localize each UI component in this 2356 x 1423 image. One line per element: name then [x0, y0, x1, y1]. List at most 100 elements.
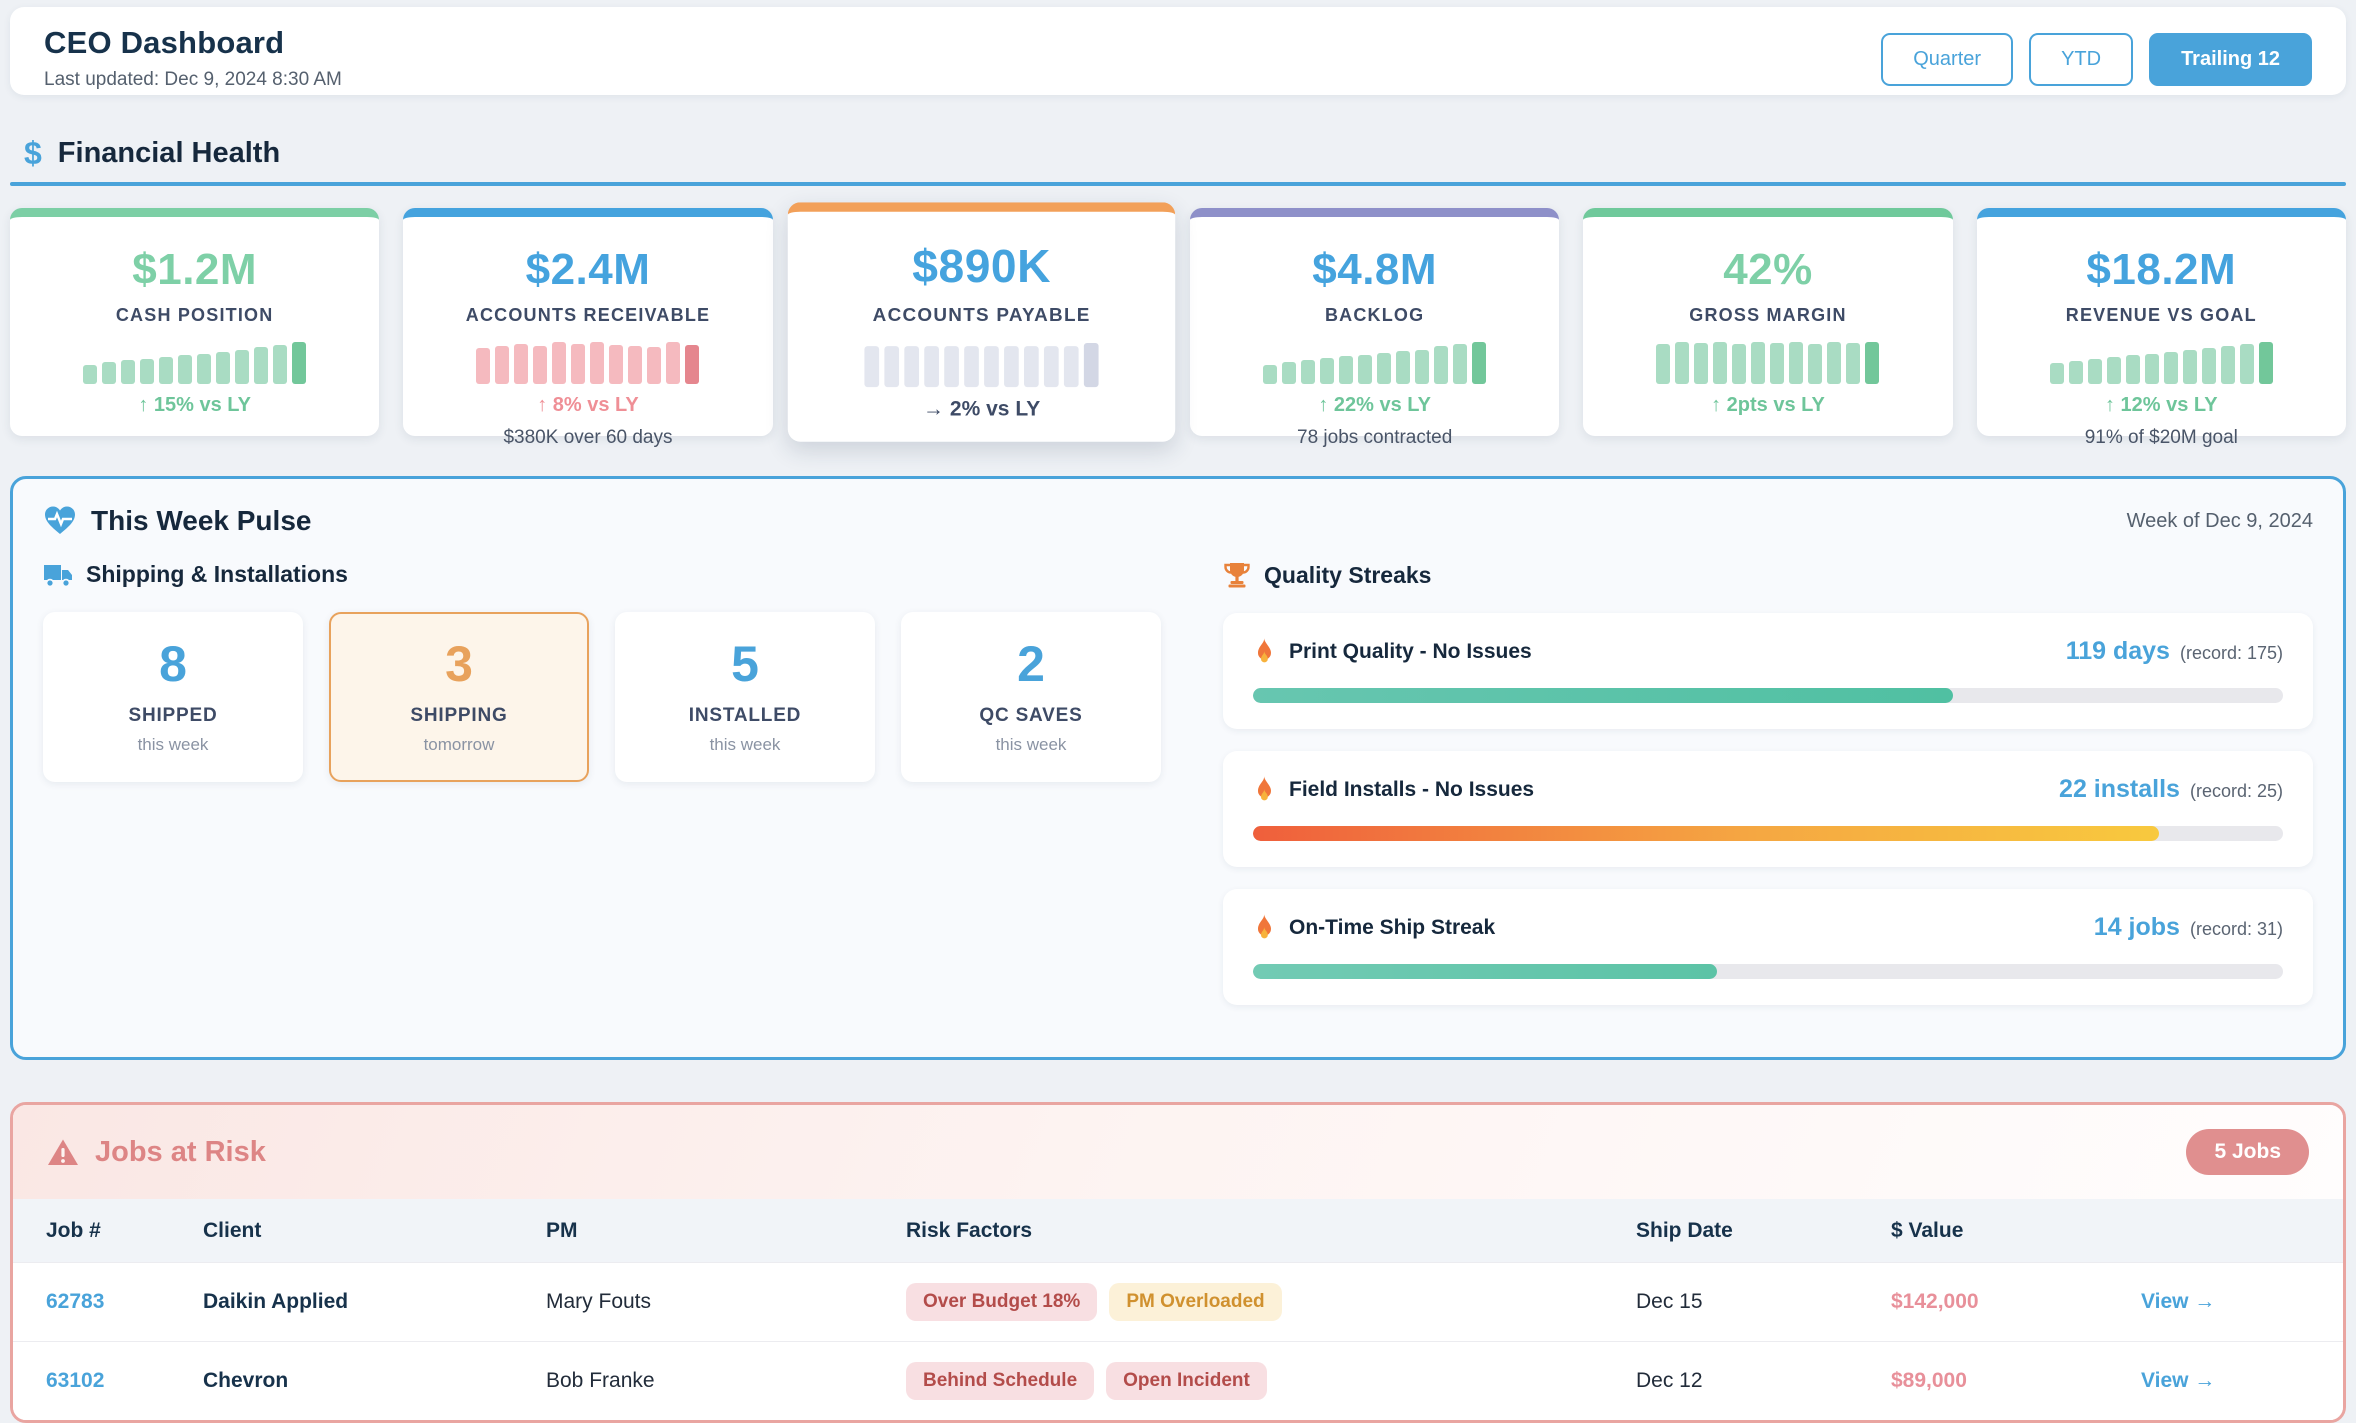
ship-stat-installed: 5INSTALLEDthis week [615, 612, 875, 782]
sparkline-bar [83, 365, 97, 384]
sparkline-bar [254, 347, 268, 384]
sparkline-bar [864, 346, 879, 387]
sparkline-bar [685, 345, 699, 384]
sparkline-bar [1434, 346, 1448, 384]
sparkline-bar [1339, 356, 1353, 384]
risk-chip-danger: Behind Schedule [906, 1362, 1094, 1400]
sparkline-bar [495, 346, 509, 384]
risk-chip-warning: PM Overloaded [1109, 1283, 1281, 1321]
sparkline-bar [1084, 343, 1099, 387]
sparkline-bar [1453, 344, 1467, 384]
view-cell: View → [2141, 1263, 2343, 1342]
column-header-pm: PM [546, 1199, 906, 1263]
streak-metrics: 14 jobs(record: 31) [2094, 913, 2283, 942]
dollar-icon: $ [24, 135, 42, 172]
ship-stat-sublabel: this week [996, 735, 1067, 755]
streak-value: 119 days [2066, 637, 2170, 666]
sparkline-bar [884, 346, 899, 387]
table-row: 62783Daikin AppliedMary FoutsOver Budget… [13, 1263, 2343, 1342]
kpi-value: $4.8M [1206, 245, 1543, 295]
kpi-delta: ↑ 15% vs LY [26, 394, 363, 417]
sparkline-bar [1846, 343, 1860, 384]
job-number-link[interactable]: 63102 [46, 1369, 104, 1392]
kpi-label: ACCOUNTS RECEIVABLE [419, 305, 756, 326]
streak-list: Print Quality - No Issues 119 days (record… [1223, 613, 2313, 1005]
streak-card-print-quality-no-issues: Print Quality - No Issues119 days(record… [1223, 613, 2313, 729]
range-button-ytd[interactable]: YTD [2029, 33, 2133, 86]
job-number-cell: 63102 [13, 1342, 203, 1421]
sparkline-bar [1320, 358, 1334, 384]
sparkline-bar [197, 354, 211, 384]
streak-card-on-time-ship-streak: On-Time Ship Streak14 jobs(record: 31) [1223, 889, 2313, 1005]
sparkline-bar [514, 344, 528, 384]
kpi-label: BACKLOG [1206, 305, 1543, 326]
sparkline-bar [628, 346, 642, 384]
jobs-at-risk-title: Jobs at Risk [95, 1136, 266, 1169]
streak-progress-fill [1253, 826, 2159, 841]
date-range-toggle: Quarter YTD Trailing 12 [1881, 33, 2312, 86]
ship-stat-sublabel: this week [710, 735, 781, 755]
kpi-value: $890K [804, 241, 1158, 294]
sparkline-bar [1301, 360, 1315, 384]
sparkline-bar [178, 355, 192, 384]
sparkline-bar [1656, 344, 1670, 384]
sparkline-bar [590, 342, 604, 384]
sparkline-bar [2145, 354, 2159, 384]
kpi-delta: ↑ 22% vs LY [1206, 394, 1543, 417]
streak-name: Print Quality - No Issues [1289, 640, 1532, 664]
view-link[interactable]: View → [2141, 1290, 2215, 1313]
view-link[interactable]: View → [2141, 1369, 2215, 1392]
truck-icon [43, 563, 73, 587]
sparkline-bar [1004, 346, 1019, 387]
risk-chip-danger: Over Budget 18% [906, 1283, 1097, 1321]
sparkline-bar [1282, 362, 1296, 384]
kpi-subtext: 78 jobs contracted [1206, 427, 1543, 449]
kpi-value: 42% [1599, 245, 1936, 295]
week-pulse-panel: This Week Pulse Week of Dec 9, 2024 Ship… [10, 476, 2346, 1060]
ship-stat-label: QC SAVES [979, 705, 1082, 727]
sparkline-bar [2183, 350, 2197, 384]
kpi-card-accounts-payable: $890KACCOUNTS PAYABLE→ 2% vs LY [787, 202, 1175, 441]
shipping-title: Shipping & Installations [86, 561, 348, 588]
sparkline-bar [121, 360, 135, 384]
streak-record: (record: 31) [2190, 919, 2283, 940]
streak-progress-track [1253, 964, 2283, 979]
ship-stat-label: SHIPPING [410, 705, 507, 727]
shipping-stats-grid: 8SHIPPEDthis week3SHIPPINGtomorrow5INSTA… [43, 612, 1163, 782]
range-button-quarter[interactable]: Quarter [1881, 33, 2013, 86]
kpi-value: $18.2M [1993, 245, 2330, 295]
streak-record: (record: 25) [2190, 781, 2283, 802]
sparkline-bar [140, 359, 154, 384]
kpi-card-cash-position: $1.2MCASH POSITION↑ 15% vs LY [10, 208, 379, 436]
kpi-sparkline [1599, 342, 1936, 384]
kpi-card-accounts-receivable: $2.4MACCOUNTS RECEIVABLE↑ 8% vs LY$380K … [403, 208, 772, 436]
sparkline-bar [647, 347, 661, 384]
view-cell: View → [2141, 1342, 2343, 1421]
sparkline-bar [1827, 342, 1841, 384]
sparkline-bar [1415, 350, 1429, 384]
kpi-card-row: $1.2MCASH POSITION↑ 15% vs LY$2.4MACCOUN… [10, 208, 2346, 436]
ship-stat-label: SHIPPED [128, 705, 217, 727]
range-button-trailing-12[interactable]: Trailing 12 [2149, 33, 2312, 86]
week-pulse-title: This Week Pulse [91, 505, 311, 537]
table-row: 63102ChevronBob FrankeBehind ScheduleOpe… [13, 1342, 2343, 1421]
column-header-view [2141, 1199, 2343, 1263]
shipping-installations-section: Shipping & Installations 8SHIPPEDthis we… [43, 561, 1163, 1027]
sparkline-bar [1024, 346, 1039, 387]
streak-progress-fill [1253, 964, 1717, 979]
sparkline-bar [1064, 346, 1079, 387]
column-header-job-: Job # [13, 1199, 203, 1263]
jobs-at-risk-panel: Jobs at Risk 5 Jobs Job #ClientPMRisk Fa… [10, 1102, 2346, 1423]
streak-progress-fill [1253, 688, 1953, 703]
job-number-link[interactable]: 62783 [46, 1290, 104, 1313]
flame-icon [1253, 776, 1275, 804]
ship-stat-sublabel: this week [138, 735, 209, 755]
ship-date-cell: Dec 12 [1636, 1342, 1891, 1421]
week-label: Week of Dec 9, 2024 [2127, 510, 2313, 533]
sparkline-bar [2069, 361, 2083, 384]
ship-stat-value: 2 [1017, 639, 1045, 689]
heart-pulse-icon [43, 505, 77, 537]
kpi-card-revenue-vs-goal: $18.2MREVENUE VS GOAL↑ 12% vs LY91% of $… [1977, 208, 2346, 436]
streak-name: Field Installs - No Issues [1289, 778, 1534, 802]
sparkline-bar [904, 346, 919, 387]
